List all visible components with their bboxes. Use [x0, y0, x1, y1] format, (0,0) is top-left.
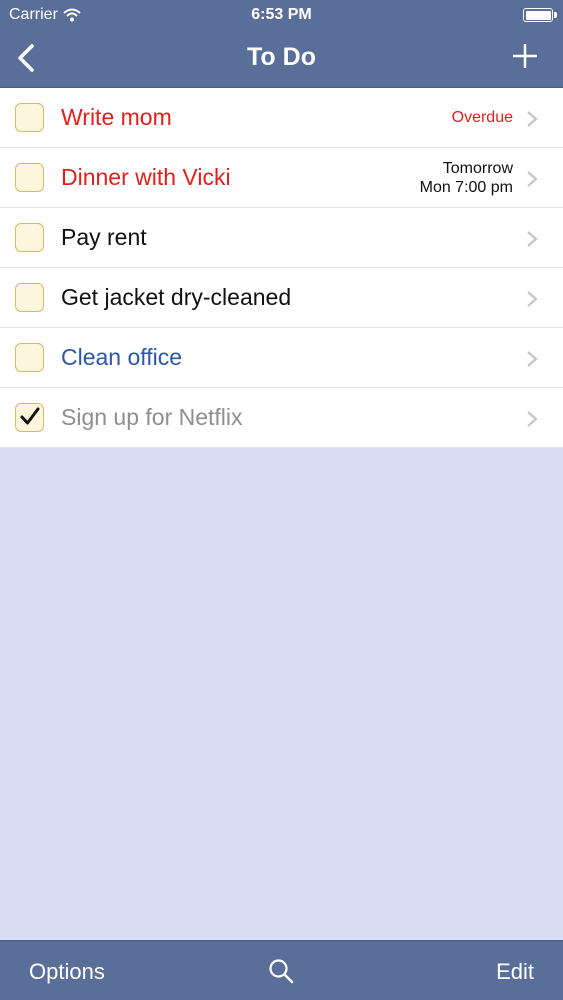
due-line-1: Overdue [451, 109, 513, 126]
checkbox[interactable] [15, 403, 44, 432]
task-row[interactable]: Dinner with Vicki Tomorrow Mon 7:00 pm [0, 148, 563, 208]
battery-icon [523, 8, 557, 22]
task-row[interactable]: Write mom Overdue [0, 88, 563, 148]
page-title: To Do [247, 43, 316, 71]
chevron-right-icon [527, 111, 538, 127]
task-row[interactable]: Pay rent [0, 208, 563, 268]
status-bar: Carrier 6:53 PM [0, 0, 563, 30]
task-list: Write mom Overdue Dinner with Vicki Tomo… [0, 88, 563, 448]
task-row[interactable]: Clean office [0, 328, 563, 388]
chevron-right-icon [527, 411, 538, 427]
due-line-1: Tomorrow [442, 160, 513, 177]
task-title: Pay rent [61, 224, 147, 250]
task-title: Sign up for Netflix [61, 404, 243, 430]
task-title: Get jacket dry-cleaned [61, 284, 292, 310]
task-title: Write mom [61, 104, 172, 130]
options-button[interactable]: Options [29, 959, 105, 985]
task-row[interactable]: Sign up for Netflix [0, 388, 563, 448]
plus-icon[interactable] [511, 42, 539, 70]
due-line-2: Mon 7:00 pm [419, 179, 513, 196]
checkbox[interactable] [15, 343, 44, 372]
checkbox[interactable] [15, 223, 44, 252]
task-title: Dinner with Vicki [61, 164, 231, 190]
task-row[interactable]: Get jacket dry-cleaned [0, 268, 563, 328]
checkbox[interactable] [15, 163, 44, 192]
chevron-right-icon [527, 231, 538, 247]
nav-bar: To Do [0, 30, 563, 88]
checkbox[interactable] [15, 283, 44, 312]
chevron-right-icon [527, 171, 538, 187]
header: Carrier 6:53 PM To Do [0, 0, 563, 88]
status-time: 6:53 PM [251, 6, 312, 23]
search-icon[interactable] [268, 958, 294, 984]
task-due: Overdue [452, 108, 513, 127]
chevron-right-icon [527, 351, 538, 367]
chevron-left-icon[interactable] [12, 42, 42, 74]
checkbox[interactable] [15, 103, 44, 132]
task-due: Tomorrow Mon 7:00 pm [420, 159, 513, 197]
bottom-toolbar: Options Edit [0, 940, 563, 1000]
task-title: Clean office [61, 344, 183, 370]
chevron-right-icon [527, 291, 538, 307]
edit-button[interactable]: Edit [496, 959, 534, 985]
